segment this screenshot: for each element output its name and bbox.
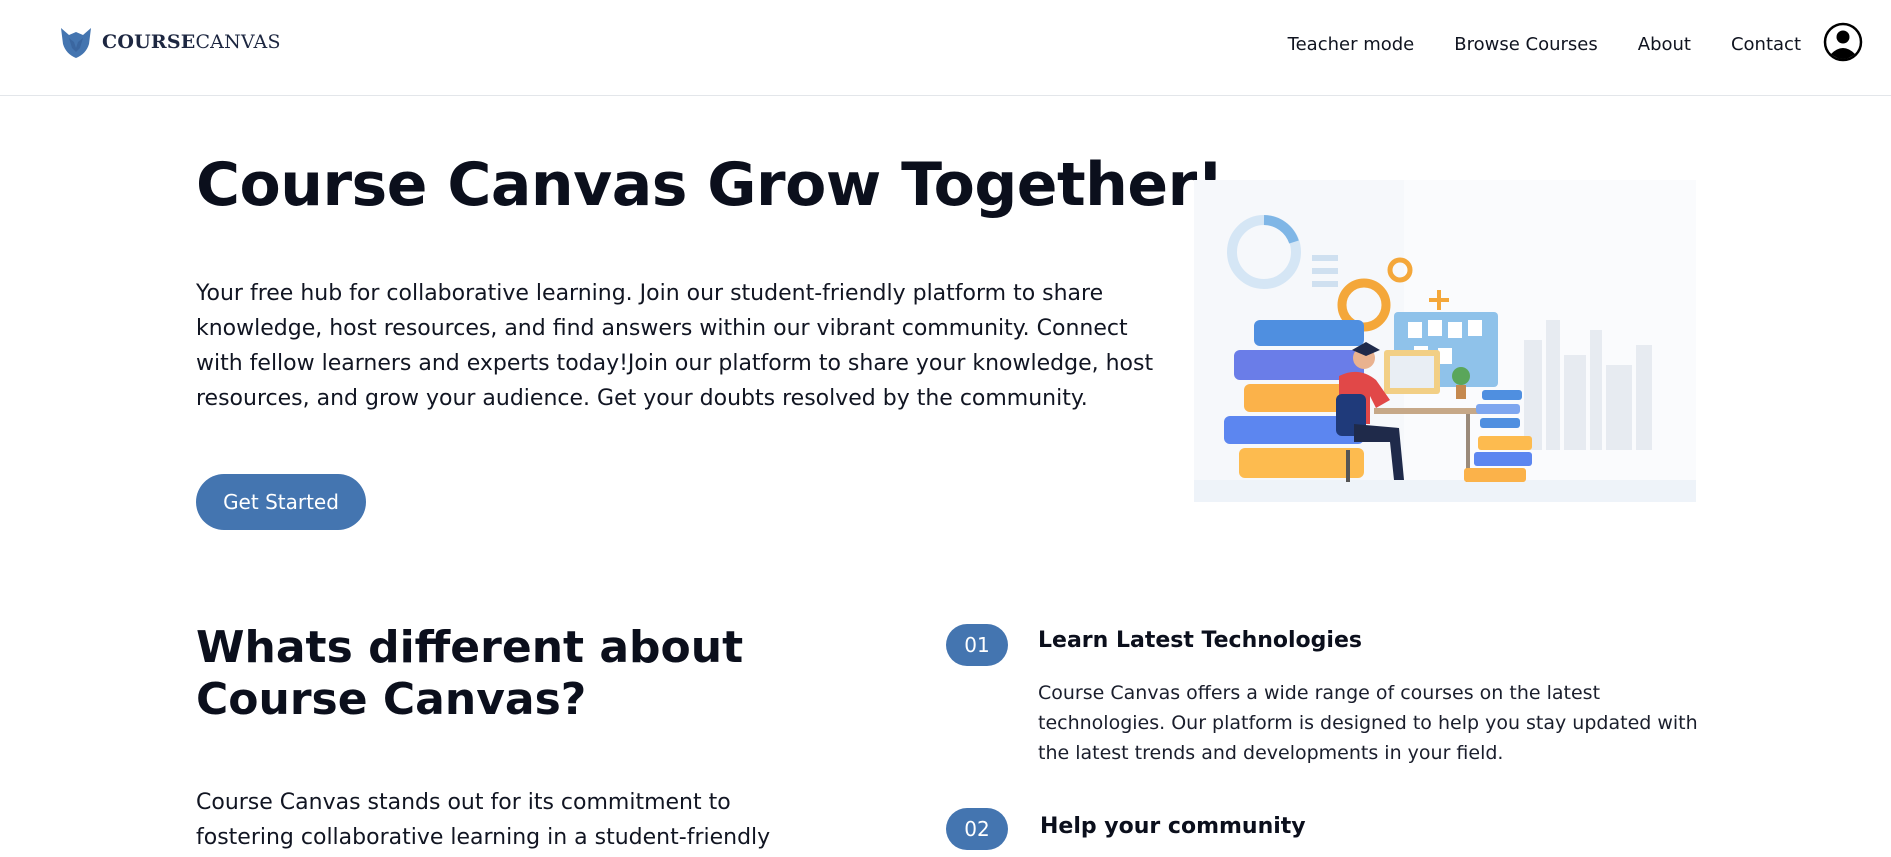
user-circle-icon[interactable] [1823,22,1863,62]
feature-title: Help your community [1040,814,1306,839]
brand-name: COURSECANVAS [102,31,281,53]
feature-description: Course Canvas offers a wide range of cou… [1038,682,1698,764]
get-started-button[interactable]: Get Started [196,474,366,530]
features-title: Whats different about Course Canvas? [196,622,744,725]
top-navbar: COURSECANVAS Teacher mode Browse Courses… [0,0,1891,96]
nav-contact[interactable]: Contact [1731,34,1801,55]
brand-logo[interactable]: COURSECANVAS [58,24,281,60]
feature-number-badge: 02 [946,808,1008,850]
feature-number-badge: 01 [946,624,1008,666]
nav-teacher-mode[interactable]: Teacher mode [1288,34,1415,55]
hero-description: Your free hub for collaborative learning… [196,281,1154,411]
student-studying-illustration [1194,180,1696,502]
nav-about[interactable]: About [1638,34,1691,55]
main-nav: Teacher mode Browse Courses About Contac… [1288,34,1801,55]
hero-title: Course Canvas Grow Together! [196,150,1224,220]
feature-title: Learn Latest Technologies [1038,628,1362,653]
fox-shield-logo-icon [61,28,91,58]
nav-browse-courses[interactable]: Browse Courses [1454,34,1597,55]
features-description: Course Canvas stands out for its commitm… [196,790,771,850]
